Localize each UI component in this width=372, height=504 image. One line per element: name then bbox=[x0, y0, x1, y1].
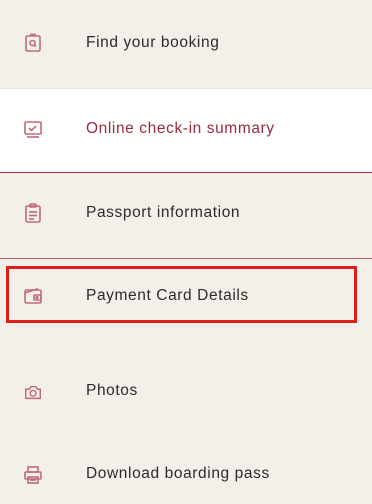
sidebar-item-photos[interactable]: Photos bbox=[0, 358, 372, 428]
sidebar-item-label: Payment Card Details bbox=[86, 287, 249, 304]
sidebar-item-label: Online check-in summary bbox=[86, 120, 275, 137]
checkin-summary-icon bbox=[23, 119, 43, 139]
sidebar-item-find-booking[interactable]: Find your booking bbox=[0, 0, 372, 86]
sidebar-item-label: Download boarding pass bbox=[86, 465, 270, 482]
payment-wallet-icon bbox=[23, 286, 43, 306]
sidebar-item-label: Photos bbox=[86, 382, 138, 399]
sidebar-item-label: Passport information bbox=[86, 204, 241, 221]
passport-clipboard-icon bbox=[23, 203, 43, 223]
sidebar-item-payment-card[interactable]: Payment Card Details bbox=[0, 268, 372, 322]
printer-icon bbox=[23, 465, 43, 485]
sidebar-item-passport[interactable]: Passport information bbox=[0, 175, 372, 259]
sidebar-menu: Find your booking Online check-in summar… bbox=[0, 0, 372, 504]
sidebar-item-boarding-pass[interactable]: Download boarding pass bbox=[0, 438, 372, 504]
booking-search-icon bbox=[23, 33, 43, 53]
camera-icon bbox=[23, 382, 43, 402]
sidebar-item-checkin-summary[interactable]: Online check-in summary bbox=[0, 88, 372, 173]
sidebar-item-label: Find your booking bbox=[86, 34, 220, 51]
